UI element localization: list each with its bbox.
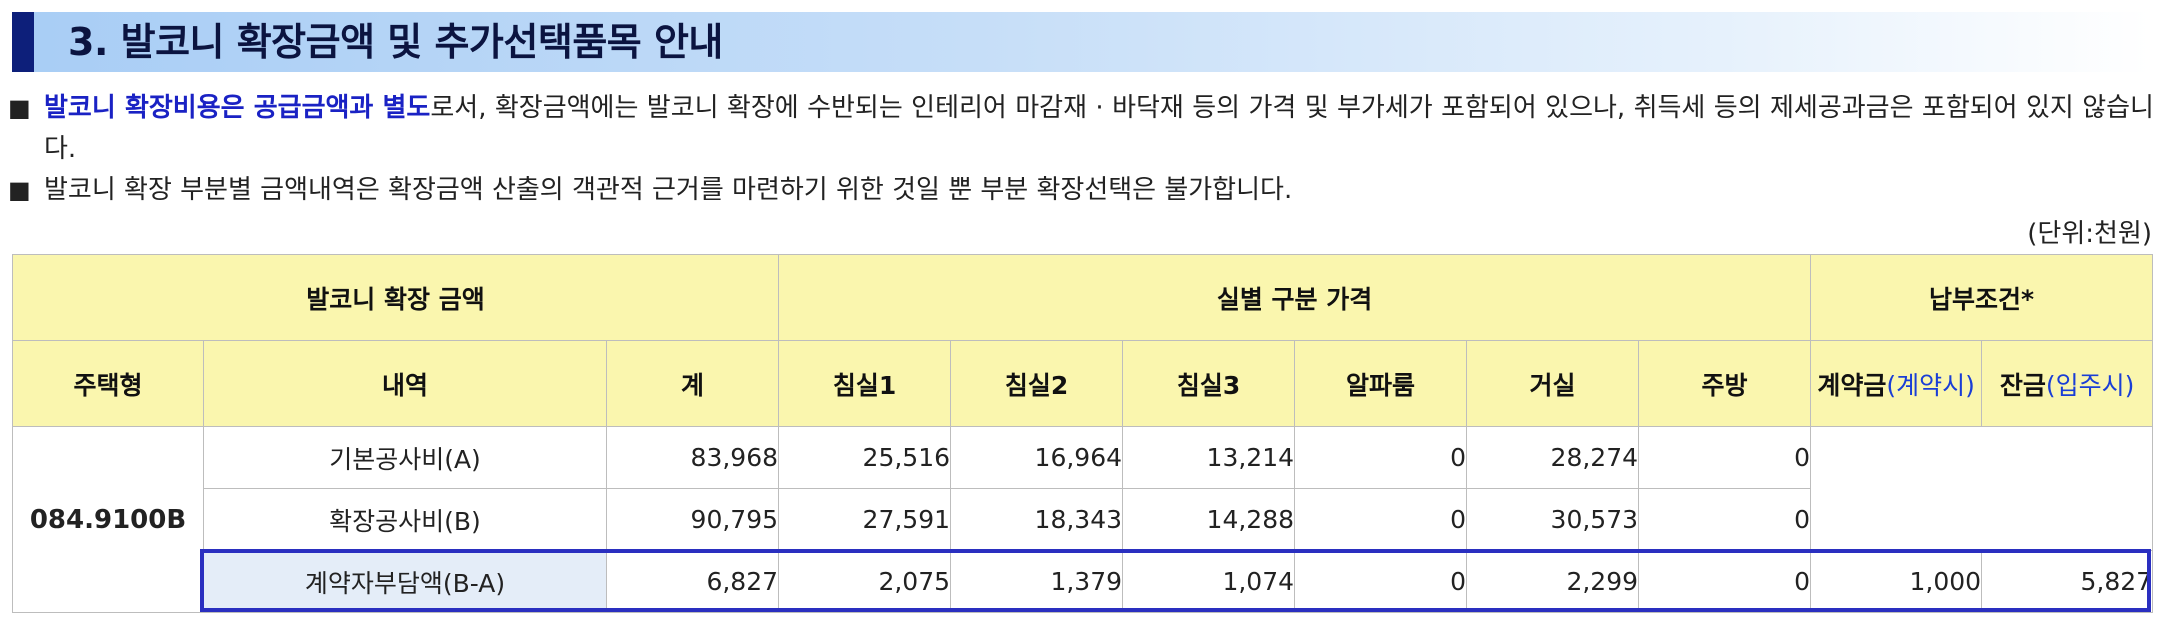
col-balance: 잔금(입주시) xyxy=(1981,340,2154,427)
row-label: 계약자부담액(B-A) xyxy=(203,550,607,613)
section-marker xyxy=(12,12,34,72)
cell-bedroom3: 14,288 xyxy=(1122,488,1296,551)
cell-bedroom2: 18,343 xyxy=(950,488,1124,551)
header-room-prices: 실별 구분 가격 xyxy=(778,254,1812,341)
balcony-price-table: 발코니 확장 금액 실별 구분 가격 납부조건* 주택형 내역 계 침실1 침실… xyxy=(11,254,2154,613)
cell-total: 90,795 xyxy=(605,488,780,551)
section-header: 3. 발코니 확장금액 및 추가선택품목 안내 xyxy=(12,12,2150,72)
note-text: 발코니 확장비용은 공급금액과 별도로서, 확장금액에는 발코니 확장에 수반되… xyxy=(44,88,2154,170)
cell-living-room: 30,573 xyxy=(1466,488,1640,551)
cell-bedroom2: 16,964 xyxy=(950,426,1124,489)
group-header-row: 발코니 확장 금액 실별 구분 가격 납부조건* xyxy=(11,254,2154,341)
note-partial-expansion: ■ 발코니 확장 부분별 금액내역은 확장금액 산출의 객관적 근거를 마련하기… xyxy=(8,170,2154,211)
cell-deposit: 1,000 xyxy=(1810,550,1983,613)
col-bedroom1: 침실1 xyxy=(778,340,952,427)
cell-living-room: 28,274 xyxy=(1466,426,1640,489)
table-row: 084.9100B 기본공사비(A) 83,968 25,516 16,964 … xyxy=(12,426,2154,613)
cell-bedroom3: 13,214 xyxy=(1122,426,1296,489)
note-expansion-cost: ■ 발코니 확장비용은 공급금액과 별도로서, 확장금액에는 발코니 확장에 수… xyxy=(8,88,2154,170)
cell-bedroom1: 25,516 xyxy=(778,426,952,489)
row-label: 확장공사비(B) xyxy=(203,488,607,551)
unit-label: (단위:천원) xyxy=(2027,219,2152,249)
col-deposit-note: (계약시) xyxy=(1886,370,1975,400)
col-balance-label: 잔금 xyxy=(1999,370,2046,400)
col-living-room: 거실 xyxy=(1466,340,1640,427)
cell-total: 6,827 xyxy=(605,550,780,613)
notes: ■ 발코니 확장비용은 공급금액과 별도로서, 확장금액에는 발코니 확장에 수… xyxy=(8,88,2154,211)
col-deposit-label: 계약금 xyxy=(1817,370,1887,400)
cell-bedroom1: 2,075 xyxy=(778,550,952,613)
bullet-square: ■ xyxy=(8,176,31,204)
cell-kitchen: 0 xyxy=(1638,550,1812,613)
bullet-square: ■ xyxy=(8,94,31,122)
col-house-type: 주택형 xyxy=(12,340,204,427)
col-bedroom3: 침실3 xyxy=(1122,340,1296,427)
col-total: 계 xyxy=(605,340,780,427)
cell-living-room: 2,299 xyxy=(1466,550,1640,613)
col-balance-note: (입주시) xyxy=(2045,370,2135,400)
col-item: 내역 xyxy=(203,340,607,427)
cell-alpha-room: 0 xyxy=(1294,426,1468,489)
col-bedroom2: 침실2 xyxy=(950,340,1124,427)
table-row-contractor-share: 계약자부담액(B-A) 6,827 2,075 1,379 1,074 0 2,… xyxy=(13,550,2154,613)
cell-bedroom3: 1,074 xyxy=(1122,550,1296,613)
col-kitchen: 주방 xyxy=(1638,340,1812,427)
cell-total: 83,968 xyxy=(605,426,780,489)
note-highlight: 발코니 확장비용은 공급금액과 별도 xyxy=(44,93,431,123)
cell-kitchen: 0 xyxy=(1638,426,1812,489)
cell-alpha-room: 0 xyxy=(1294,488,1468,551)
col-alpha-room: 알파룸 xyxy=(1294,340,1468,427)
row-label: 기본공사비(A) xyxy=(203,426,607,489)
cell-kitchen: 0 xyxy=(1638,488,1812,551)
house-type-cell: 084.9100B xyxy=(12,426,204,613)
header-payment-terms: 납부조건* xyxy=(1810,254,2154,341)
header-expansion-amount: 발코니 확장 금액 xyxy=(11,254,780,341)
cell-bedroom1: 27,591 xyxy=(778,488,952,551)
col-deposit: 계약금(계약시) xyxy=(1810,340,1983,427)
empty-payment-cell xyxy=(1810,426,2154,551)
section-title: 3. 발코니 확장금액 및 추가선택품목 안내 xyxy=(68,20,723,64)
cell-balance: 5,827 xyxy=(1981,550,2154,613)
cell-alpha-room: 0 xyxy=(1294,550,1468,613)
column-header-row: 주택형 내역 계 침실1 침실2 침실3 알파룸 거실 주방 계약금(계약시) … xyxy=(12,340,2154,427)
cell-bedroom2: 1,379 xyxy=(950,550,1124,613)
note-body: 발코니 확장 부분별 금액내역은 확장금액 산출의 객관적 근거를 마련하기 위… xyxy=(44,175,1293,205)
